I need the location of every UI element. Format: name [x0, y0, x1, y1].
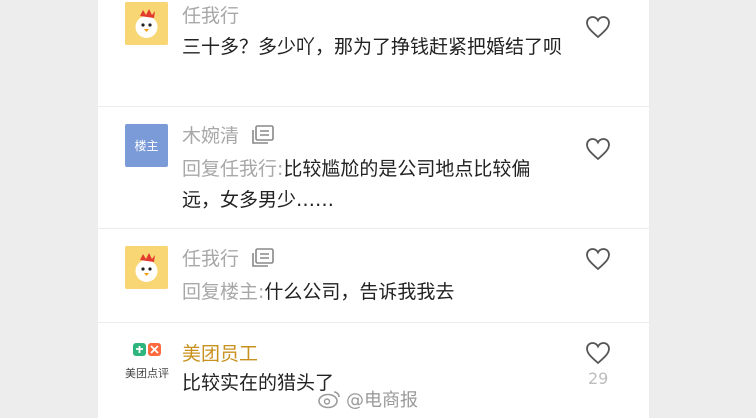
- like-heart-icon[interactable]: [585, 137, 611, 161]
- comment-item: 楼主 木婉清 回复任我行:比较尴尬的是公司地点比较偏远，女多男少……: [98, 107, 649, 229]
- reply-icon[interactable]: [251, 248, 275, 268]
- meituan-dianping-logo-icon: [133, 343, 161, 356]
- comment-text: 三十多？多少吖，那为了挣钱赶紧把婚结了呗: [182, 32, 562, 63]
- chicken-avatar-icon: [125, 246, 168, 289]
- owner-badge: 楼主: [134, 139, 159, 153]
- commenter-name[interactable]: 美团员工: [182, 342, 258, 366]
- chicken-avatar-icon: [125, 2, 168, 45]
- reply-prefix[interactable]: 回复任我行:: [182, 158, 283, 180]
- commenter-name-row: 任我行: [182, 247, 275, 271]
- avatar[interactable]: 楼主: [125, 124, 168, 167]
- comment-item: 任我行 三十多？多少吖，那为了挣钱赶紧把婚结了呗: [98, 0, 649, 107]
- avatar[interactable]: 美团点评: [123, 341, 171, 384]
- commenter-name[interactable]: 任我行: [182, 4, 239, 28]
- commenter-name-row: 木婉清: [182, 124, 275, 148]
- watermark-text: @电商报: [346, 390, 418, 411]
- comment-text: 回复楼主:什么公司，告诉我我去: [182, 277, 562, 308]
- commenter-name[interactable]: 任我行: [182, 248, 239, 270]
- avatar[interactable]: [125, 2, 168, 45]
- comment-content: 比较实在的猎头了: [182, 372, 335, 394]
- comment-content: 三十多？多少吖，那为了挣钱赶紧把婚结了呗: [182, 36, 563, 58]
- reply-icon[interactable]: [251, 125, 275, 145]
- comment-item: 任我行 回复楼主:什么公司，告诉我我去: [98, 229, 649, 323]
- weibo-logo-icon: [318, 391, 340, 409]
- commenter-name[interactable]: 木婉清: [182, 125, 239, 147]
- avatar[interactable]: [125, 246, 168, 289]
- like-heart-icon[interactable]: [585, 247, 611, 271]
- like-count: 29: [588, 369, 609, 388]
- like-heart-icon[interactable]: [585, 15, 611, 39]
- comment-panel: 任我行 三十多？多少吖，那为了挣钱赶紧把婚结了呗 楼主 木婉清 回复任我行:比较…: [98, 0, 649, 418]
- like-heart-icon[interactable]: [585, 341, 611, 365]
- comment-content: 什么公司，告诉我我去: [264, 281, 455, 303]
- comment-text: 回复任我行:比较尴尬的是公司地点比较偏远，女多男少……: [182, 154, 562, 216]
- watermark: @电商报: [318, 386, 418, 412]
- reply-prefix[interactable]: 回复楼主:: [182, 281, 264, 303]
- brand-label: 美团点评: [125, 367, 169, 380]
